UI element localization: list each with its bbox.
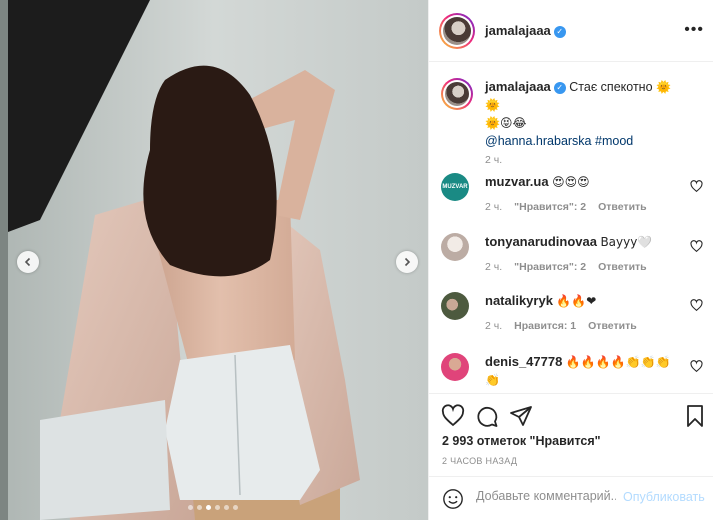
comment-text: 🔥🔥❤ xyxy=(556,294,597,308)
carousel-dot xyxy=(206,505,211,510)
publish-button[interactable]: Опубликовать xyxy=(623,490,705,504)
emoji-smile-icon[interactable] xyxy=(442,488,464,510)
caption-avatar[interactable] xyxy=(441,78,473,110)
like-heart-icon[interactable] xyxy=(441,404,465,428)
comment-username[interactable]: muzvar.ua xyxy=(485,174,549,189)
comment-time: 2 ч. xyxy=(485,201,503,213)
add-comment-bar: Опубликовать xyxy=(429,476,713,520)
comment-username[interactable]: tonyanarudinovaa xyxy=(485,234,597,249)
save-bookmark-icon[interactable] xyxy=(683,404,707,428)
like-comment-heart-icon[interactable] xyxy=(690,360,703,373)
chevron-left-icon xyxy=(24,257,31,267)
post-side-panel: jamalajaaa ✓ ••• jamalajaaa ✓ Стає спекотн… xyxy=(428,0,713,520)
comment-item: denis_47778 🔥🔥🔥🔥👏👏👏 👏 xyxy=(441,353,703,393)
reply-button[interactable]: Ответить xyxy=(588,320,637,332)
comment-item: tonyanarudinovaa Вayyy🤍 2 ч. "Нравится":… xyxy=(441,233,703,279)
caption-text: Стає спекотно xyxy=(569,80,653,94)
like-comment-heart-icon[interactable] xyxy=(690,240,703,253)
comment-likes-count[interactable]: "Нравится": 2 xyxy=(514,261,586,273)
comment-item: natalikyryk 🔥🔥❤ 2 ч. Нравится: 1 Ответит… xyxy=(441,292,703,338)
carousel-dot xyxy=(233,505,238,510)
carousel-next-button[interactable] xyxy=(396,251,418,273)
comment-likes-count[interactable]: Нравится: 1 xyxy=(514,320,576,332)
author-avatar[interactable] xyxy=(439,13,475,49)
share-paper-plane-icon[interactable] xyxy=(509,404,533,428)
comment-username[interactable]: denis_47778 xyxy=(485,354,562,369)
comment-text: Вayyy🤍 xyxy=(600,235,653,249)
comment-text: 😍😍😍 xyxy=(552,175,590,189)
caption-username[interactable]: jamalajaaa xyxy=(485,79,551,94)
post-actions: 2 993 отметок "Нравится" 2 ЧАСОВ НАЗАД О… xyxy=(429,393,713,520)
carousel-dot xyxy=(188,505,193,510)
more-options-icon[interactable]: ••• xyxy=(684,22,704,38)
chevron-right-icon xyxy=(404,257,411,267)
comment-time: 2 ч. xyxy=(485,261,503,273)
caption: jamalajaaa ✓ Стає спекотно 🌞🌞 🌞😝😂 @hanna.… xyxy=(441,78,703,166)
caption-hashtag-link[interactable]: #mood xyxy=(595,134,633,148)
carousel-dot xyxy=(215,505,220,510)
caption-emoji-2: 🌞😝😂 xyxy=(485,116,527,130)
caption-mention-link[interactable]: @hanna.hrabarska xyxy=(485,134,592,148)
carousel-prev-button[interactable] xyxy=(17,251,39,273)
carousel-dot xyxy=(224,505,229,510)
comments-list[interactable]: jamalajaaa ✓ Стає спекотно 🌞🌞 🌞😝😂 @hanna.… xyxy=(429,63,713,393)
like-comment-heart-icon[interactable] xyxy=(690,180,703,193)
comment-item: MUZVAR muzvar.ua 😍😍😍 2 ч. "Нравится": 2 … xyxy=(441,173,703,219)
commenter-avatar[interactable]: MUZVAR xyxy=(441,173,469,201)
verified-badge-icon: ✓ xyxy=(553,25,566,38)
commenter-avatar[interactable] xyxy=(441,353,469,381)
commenter-avatar[interactable] xyxy=(441,233,469,261)
reply-button[interactable]: Ответить xyxy=(598,261,647,273)
comment-bubble-icon[interactable] xyxy=(475,404,499,428)
carousel-indicator xyxy=(188,505,238,510)
post-photo xyxy=(0,0,428,520)
comment-username[interactable]: natalikyryk xyxy=(485,293,553,308)
comment-text: 🔥🔥🔥🔥👏👏👏 xyxy=(565,355,671,369)
post-header: jamalajaaa ✓ ••• xyxy=(429,0,713,62)
post-media[interactable] xyxy=(0,0,428,520)
likes-count[interactable]: 2 993 отметок "Нравится" xyxy=(442,434,601,448)
reply-button[interactable]: Ответить xyxy=(598,201,647,213)
author-username[interactable]: jamalajaaa xyxy=(485,23,551,38)
commenter-avatar[interactable] xyxy=(441,292,469,320)
comment-likes-count[interactable]: "Нравится": 2 xyxy=(514,201,586,213)
post-time-ago[interactable]: 2 ЧАСОВ НАЗАД xyxy=(442,456,517,466)
like-comment-heart-icon[interactable] xyxy=(690,299,703,312)
carousel-dot xyxy=(197,505,202,510)
caption-time: 2 ч. xyxy=(485,154,503,166)
comment-input[interactable] xyxy=(476,489,616,503)
comment-text-continued: 👏 xyxy=(485,373,500,387)
comment-time: 2 ч. xyxy=(485,320,503,332)
verified-badge-icon: ✓ xyxy=(553,81,566,94)
